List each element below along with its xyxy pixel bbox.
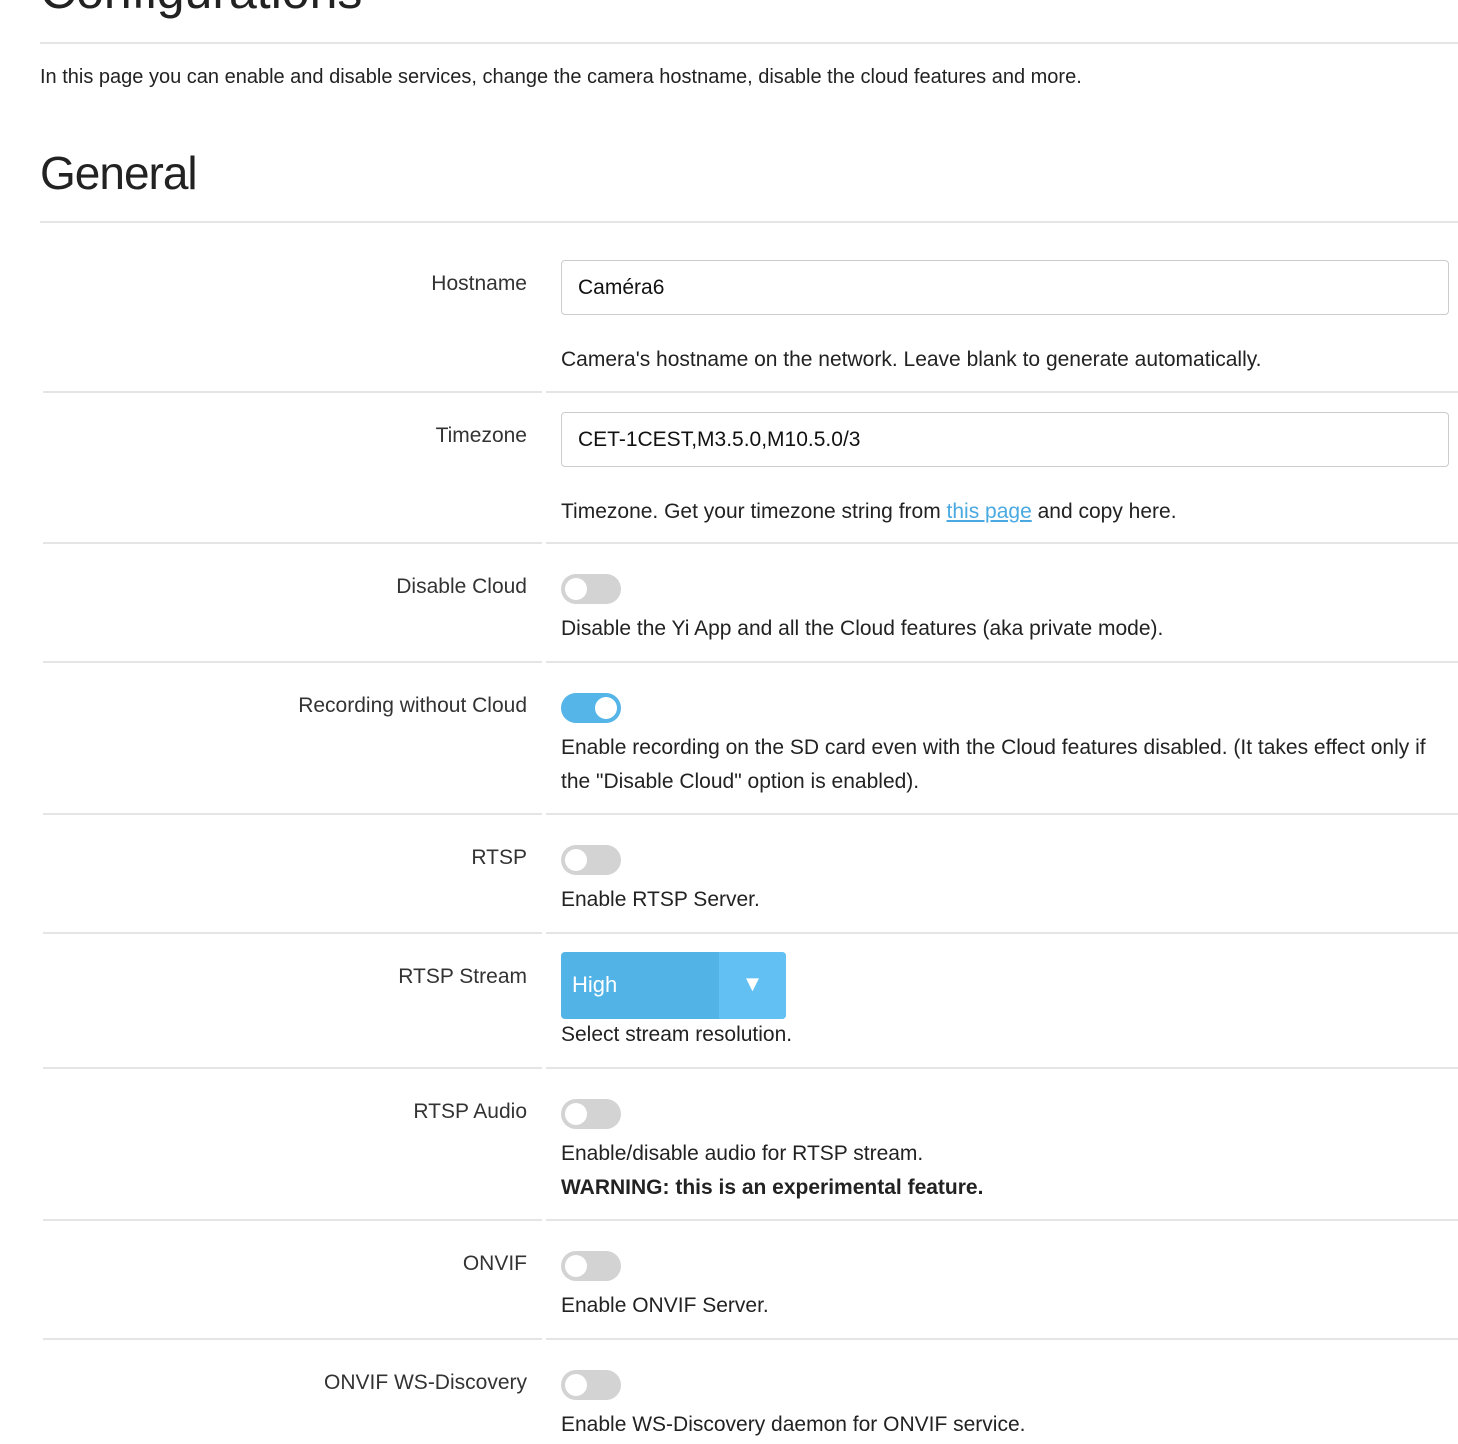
onvif-ws-discovery-help: Enable WS-Discovery daemon for ONVIF ser… [561,1413,1026,1436]
divider [546,1338,1458,1340]
rtsp-audio-help: Enable/disable audio for RTSP stream. WAR… [561,1137,1456,1205]
onvif-toggle[interactable] [561,1251,621,1281]
toggle-knob [565,849,587,871]
help-text: Timezone. Get your timezone string from [561,500,947,523]
timezone-link[interactable]: this page [947,500,1032,523]
divider [43,661,542,663]
warning-text: WARNING: this is an experimental feature… [561,1176,984,1199]
rtsp-stream-help: Select stream resolution. [561,1023,793,1046]
toggle-knob [595,697,617,719]
timezone-input[interactable] [561,412,1449,467]
divider [546,661,1458,663]
selected-value: High [572,972,618,997]
onvif-ws-discovery-label: ONVIF WS-Discovery [323,1371,527,1394]
divider [40,221,1458,223]
divider [546,1067,1458,1069]
divider [43,1067,542,1069]
chevron-down-icon: ▼ [719,952,786,1019]
timezone-label: Timezone [435,424,527,447]
toggle-knob [565,1374,587,1396]
hostname-help: Camera's hostname on the network. Leave … [561,348,1262,371]
timezone-help: Timezone. Get your timezone string from … [561,495,1456,529]
disable-cloud-help: Disable the Yi App and all the Cloud fea… [561,617,1164,640]
toggle-knob [565,1255,587,1277]
intro-text: In this page you can enable and disable … [40,66,1082,88]
divider [546,932,1458,934]
onvif-ws-discovery-toggle[interactable] [561,1370,621,1400]
page-title: Configurations [40,0,362,20]
onvif-help: Enable ONVIF Server. [561,1294,769,1317]
divider [43,1338,542,1340]
section-title: General [40,147,198,199]
rtsp-stream-select[interactable]: High ▼ [561,952,786,1019]
divider [546,1219,1458,1221]
hostname-label: Hostname [431,272,527,295]
rtsp-audio-label: RTSP Audio [413,1100,527,1123]
hostname-input[interactable] [561,260,1449,315]
divider [43,542,542,544]
divider [546,813,1458,815]
rtsp-label: RTSP [471,846,527,869]
toggle-knob [565,578,587,600]
toggle-knob [565,1103,587,1125]
divider [40,42,1458,44]
recording-without-cloud-toggle[interactable] [561,693,621,723]
help-text: Enable/disable audio for RTSP stream. [561,1142,924,1165]
divider [43,813,542,815]
recording-without-cloud-help: Enable recording on the SD card even wit… [561,736,1426,793]
disable-cloud-label: Disable Cloud [396,575,527,598]
disable-cloud-toggle[interactable] [561,574,621,604]
rtsp-toggle[interactable] [561,845,621,875]
rtsp-help: Enable RTSP Server. [561,888,760,911]
divider [43,1219,542,1221]
divider [43,391,542,393]
rtsp-audio-toggle[interactable] [561,1099,621,1129]
divider [546,391,1458,393]
help-text: and copy here. [1031,500,1177,523]
onvif-label: ONVIF [462,1252,527,1275]
divider [43,932,542,934]
rtsp-stream-label: RTSP Stream [398,965,527,988]
recording-without-cloud-label: Recording without Cloud [298,694,527,717]
divider [546,542,1458,544]
